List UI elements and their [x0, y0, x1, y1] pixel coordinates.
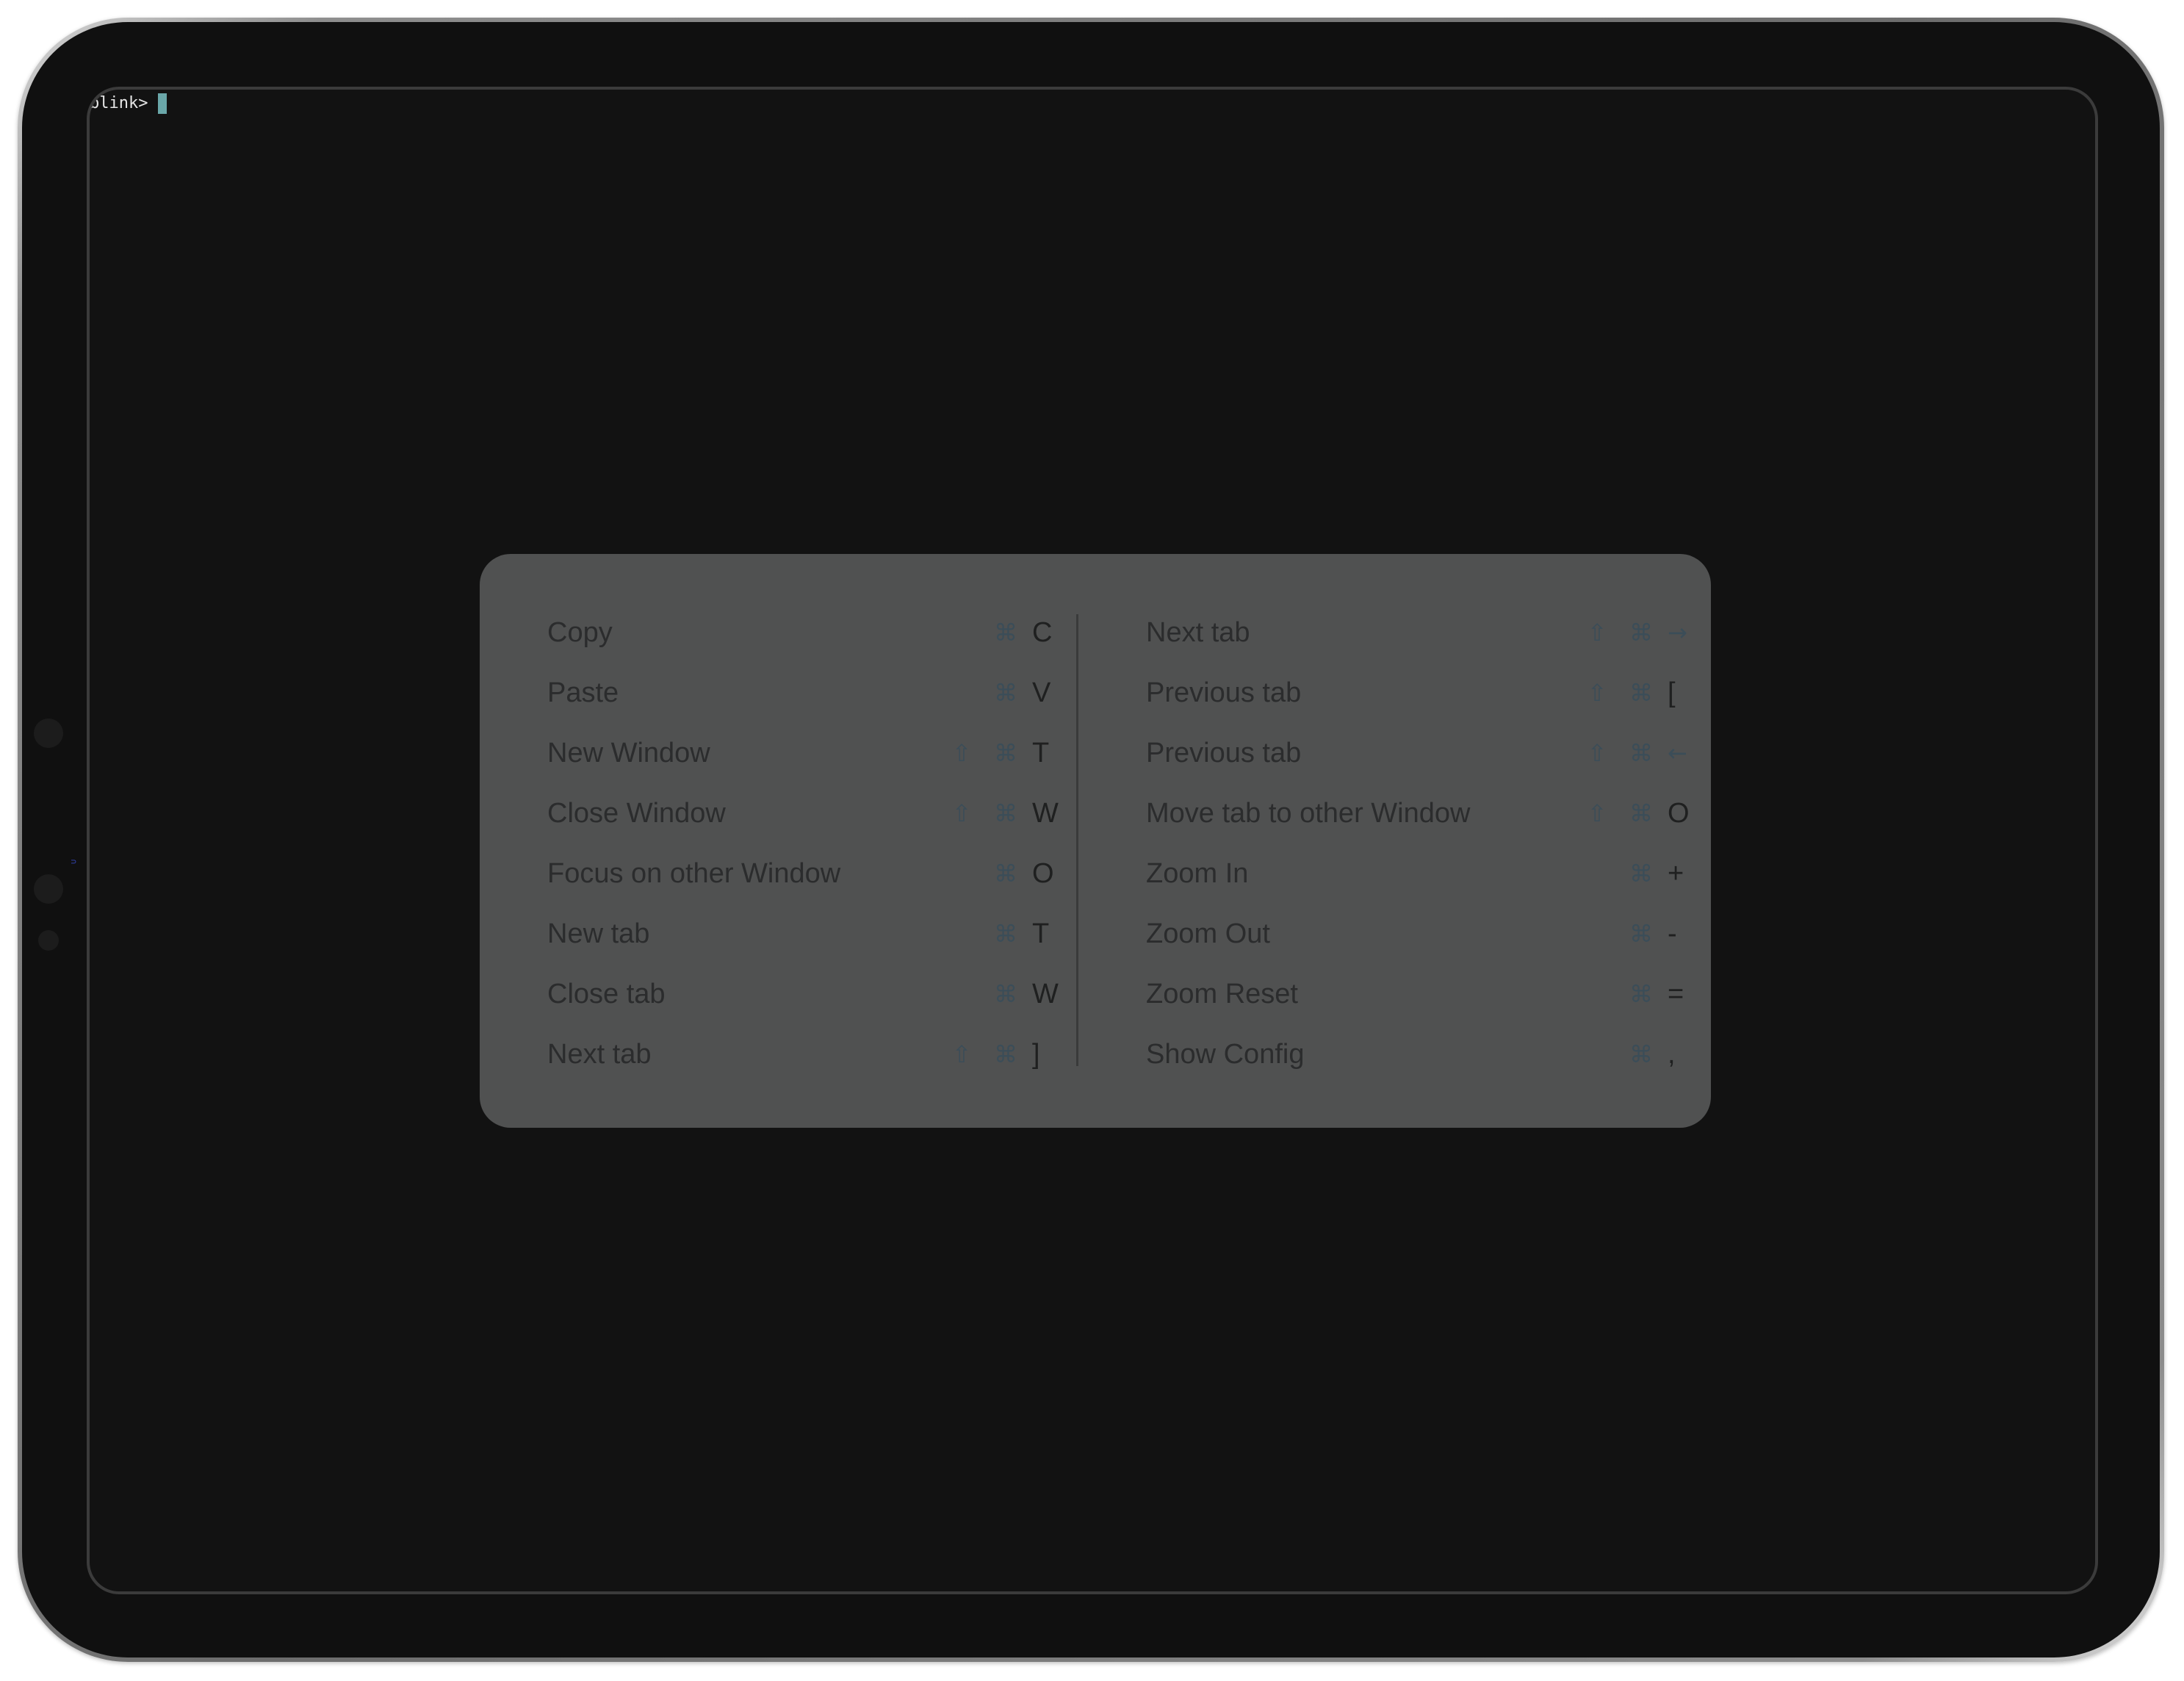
- shift-icon: ⇧: [951, 1040, 972, 1068]
- command-icon: ⌘: [994, 739, 1017, 767]
- shortcut-key: [: [1668, 677, 1676, 708]
- shortcut-label: Next tab: [1146, 616, 1250, 648]
- right-arrow-icon: →: [1668, 619, 1687, 647]
- key-combo: ⇧ ⌘ T: [940, 723, 1076, 783]
- shortcuts-right-column: Next tab ⇧ ⌘ → Previous tab ⇧ ⌘ [ Previo…: [1146, 602, 1690, 1084]
- front-camera: [34, 874, 63, 904]
- left-arrow-icon: ←: [1668, 739, 1687, 767]
- shortcut-row: Paste ⌘ V: [547, 663, 1050, 723]
- shortcut-row: Previous tab ⇧ ⌘ ←: [1146, 723, 1687, 783]
- command-icon: ⌘: [1629, 739, 1653, 767]
- shortcut-key: W: [1032, 978, 1059, 1009]
- shortcut-label: Previous tab: [1146, 677, 1302, 708]
- command-icon: ⌘: [1629, 799, 1653, 827]
- shortcut-row: New tab ⌘ T: [547, 904, 1049, 964]
- shortcut-key: =: [1668, 978, 1684, 1009]
- shortcut-label: Zoom Out: [1146, 918, 1270, 949]
- shortcut-row: Show Config ⌘ ,: [1146, 1024, 1676, 1084]
- shortcuts-left-column: Copy ⌘ C Paste ⌘ V New Window ⇧ ⌘ T Clos…: [547, 602, 1059, 1084]
- shift-icon: ⇧: [1587, 679, 1607, 707]
- shortcut-label: Zoom Reset: [1146, 978, 1298, 1009]
- light-sensor: [38, 930, 59, 951]
- shortcut-label: Move tab to other Window: [1146, 797, 1471, 829]
- keyboard-shortcuts-overlay: Copy ⌘ C Paste ⌘ V New Window ⇧ ⌘ T Clos…: [480, 554, 1711, 1128]
- shift-icon: ⇧: [1587, 799, 1607, 827]
- shortcut-row: Focus on other Window ⌘ O: [547, 843, 1054, 904]
- shortcut-key: V: [1032, 677, 1051, 708]
- key-combo: ⇧ ⌘ ←: [1575, 723, 1712, 783]
- terminal-screen[interactable]: blink> Copy ⌘ C Paste ⌘ V New Window ⇧ ⌘…: [87, 87, 2098, 1594]
- shortcut-row: New Window ⇧ ⌘ T: [547, 723, 1049, 783]
- shift-icon: ⇧: [951, 739, 972, 767]
- shortcut-label: Close Window: [547, 797, 726, 829]
- shortcut-row: Next tab ⇧ ⌘ →: [1146, 602, 1687, 663]
- command-icon: ⌘: [1629, 1040, 1653, 1068]
- shortcut-row: Close tab ⌘ W: [547, 964, 1059, 1024]
- command-icon: ⌘: [994, 799, 1017, 827]
- shortcut-row: Move tab to other Window ⇧ ⌘ O: [1146, 783, 1690, 843]
- terminal-prompt: blink>: [90, 94, 148, 112]
- shortcut-label: Paste: [547, 677, 619, 708]
- key-combo: ⌘ W: [940, 964, 1076, 1024]
- shortcut-key: ]: [1032, 1038, 1040, 1070]
- command-icon: ⌘: [994, 1040, 1017, 1068]
- command-icon: ⌘: [994, 860, 1017, 888]
- key-combo: ⇧ ⌘ ]: [940, 1024, 1076, 1084]
- shortcut-key: O: [1032, 857, 1054, 889]
- command-icon: ⌘: [1629, 860, 1653, 888]
- column-divider: [1076, 614, 1078, 1066]
- shortcut-key: O: [1668, 797, 1690, 829]
- key-combo: ⌘ -: [1575, 904, 1712, 964]
- shift-icon: ⇧: [1587, 619, 1607, 647]
- shift-icon: ⇧: [951, 799, 972, 827]
- shortcut-label: Zoom In: [1146, 857, 1249, 889]
- command-icon: ⌘: [994, 920, 1017, 948]
- key-combo: ⌘ C: [940, 602, 1076, 663]
- key-combo: ⇧ ⌘ →: [1575, 602, 1712, 663]
- command-icon: ⌘: [1629, 920, 1653, 948]
- shortcut-key: ,: [1668, 1038, 1676, 1070]
- text-cursor: [158, 93, 167, 114]
- shortcut-label: Previous tab: [1146, 737, 1302, 768]
- key-combo: ⌘ =: [1575, 964, 1712, 1024]
- key-combo: ⇧ ⌘ O: [1575, 783, 1712, 843]
- shortcut-row: Zoom Out ⌘ -: [1146, 904, 1677, 964]
- command-icon: ⌘: [1629, 679, 1653, 707]
- key-combo: ⇧ ⌘ W: [940, 783, 1076, 843]
- shortcut-row: Next tab ⇧ ⌘ ]: [547, 1024, 1040, 1084]
- shortcut-row: Zoom In ⌘ +: [1146, 843, 1684, 904]
- shortcut-label: Copy: [547, 616, 613, 648]
- command-icon: ⌘: [994, 619, 1017, 647]
- shortcut-key: -: [1668, 918, 1677, 949]
- shortcut-row: Close Window ⇧ ⌘ W: [547, 783, 1059, 843]
- shift-icon: ⇧: [1587, 739, 1607, 767]
- command-icon: ⌘: [994, 980, 1017, 1008]
- shortcut-key: T: [1032, 737, 1050, 768]
- shortcut-label: New Window: [547, 737, 710, 768]
- key-combo: ⌘ T: [940, 904, 1076, 964]
- terminal-prompt-line[interactable]: blink>: [90, 91, 167, 116]
- shortcut-key: T: [1032, 918, 1050, 949]
- key-combo: ⌘ V: [940, 663, 1076, 723]
- shortcut-key: C: [1032, 616, 1053, 648]
- shortcut-row: Previous tab ⇧ ⌘ [: [1146, 663, 1676, 723]
- command-icon: ⌘: [1629, 619, 1653, 647]
- shortcut-key: +: [1668, 857, 1684, 889]
- shortcut-row: Copy ⌘ C: [547, 602, 1052, 663]
- key-combo: ⌘ O: [940, 843, 1076, 904]
- key-combo: ⌘ +: [1575, 843, 1712, 904]
- command-icon: ⌘: [994, 679, 1017, 707]
- sensor-indicator-icon: ⊃: [71, 858, 77, 866]
- shortcut-label: New tab: [547, 918, 650, 949]
- key-combo: ⌘ ,: [1575, 1024, 1712, 1084]
- key-combo: ⇧ ⌘ [: [1575, 663, 1712, 723]
- shortcut-key: W: [1032, 797, 1059, 829]
- shortcut-row: Zoom Reset ⌘ =: [1146, 964, 1684, 1024]
- camera-sensor: [34, 719, 63, 748]
- shortcut-label: Show Config: [1146, 1038, 1305, 1070]
- shortcut-label: Next tab: [547, 1038, 652, 1070]
- shortcut-label: Close tab: [547, 978, 666, 1009]
- command-icon: ⌘: [1629, 980, 1653, 1008]
- shortcut-label: Focus on other Window: [547, 857, 841, 889]
